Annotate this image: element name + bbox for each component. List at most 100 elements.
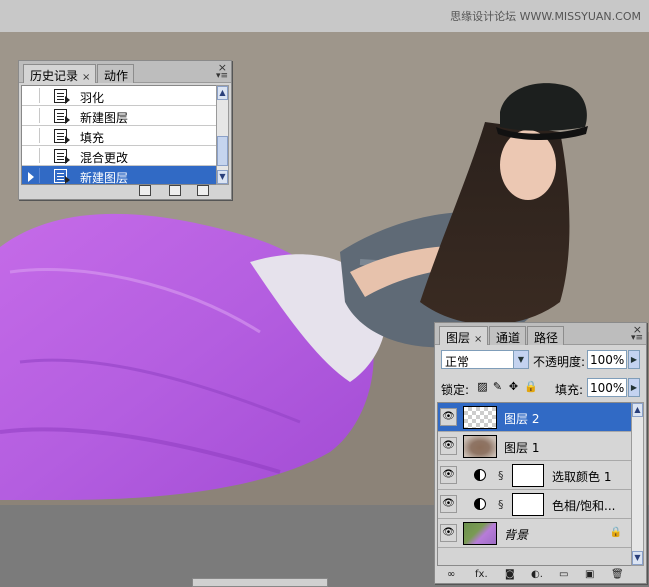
scroll-thumb[interactable] <box>217 136 228 166</box>
blend-mode-value: 正常 <box>445 355 470 369</box>
layer-thumbnail <box>463 435 497 458</box>
history-item[interactable]: 新建图层 <box>22 106 218 126</box>
lock-image-brush-icon[interactable]: ✎ <box>492 381 503 393</box>
layers-tab-row: 图层 × 通道 路径 × ▾≡ <box>435 323 646 345</box>
lock-label: 锁定: <box>441 383 470 397</box>
trash-icon[interactable]: 🗑 <box>611 569 624 580</box>
layers-panel: 图层 × 通道 路径 × ▾≡ 正常 ▼ 不透明度: 100% ▶ 锁定: ▨ ✎… <box>434 322 647 584</box>
add-mask-icon[interactable]: ◙ <box>505 569 515 580</box>
history-item[interactable]: 填充 <box>22 126 218 146</box>
bottom-toolbar-strip[interactable] <box>192 578 328 587</box>
history-state-icon <box>54 169 70 184</box>
scroll-down-icon[interactable]: ▼ <box>632 551 643 565</box>
adjustment-layer-icon <box>474 498 486 510</box>
snapshot-source-box[interactable] <box>26 108 40 123</box>
eye-icon[interactable]: 👁 <box>440 408 457 426</box>
history-scrollbar[interactable]: ▲ ▼ <box>216 85 229 185</box>
history-state-icon <box>54 149 70 164</box>
tab-history-label: 历史记录 <box>30 69 79 83</box>
layer-thumbnail <box>463 406 497 429</box>
blend-mode-select[interactable]: 正常 ▼ <box>441 350 529 369</box>
history-state-icon <box>54 89 70 104</box>
fill-field[interactable]: 100% <box>587 378 627 397</box>
opacity-label: 不透明度: <box>533 355 586 369</box>
history-panel: 历史记录 × 动作 × ▾≡ 羽化 新建图层 填充 混合更改 新建图层 ▲ ▼ <box>18 60 232 200</box>
history-item[interactable]: 混合更改 <box>22 146 218 166</box>
opacity-slider-arrow-icon[interactable]: ▶ <box>628 350 640 369</box>
chevron-down-icon[interactable]: ▼ <box>513 351 528 368</box>
layers-scrollbar[interactable]: ▲ ▼ <box>631 402 644 566</box>
tab-close-icon[interactable]: × <box>82 72 90 83</box>
lock-transparency-icon[interactable]: ▨ <box>477 381 488 393</box>
tab-channels[interactable]: 通道 <box>489 326 527 345</box>
history-tab-row: 历史记录 × 动作 × ▾≡ <box>19 61 231 83</box>
tab-close-icon[interactable]: × <box>474 334 482 345</box>
current-state-marker-icon <box>28 172 34 182</box>
snapshot-source-box[interactable] <box>26 168 40 183</box>
snapshot-source-box[interactable] <box>26 88 40 103</box>
eye-icon[interactable]: 👁 <box>440 524 457 542</box>
adjustment-layer-row[interactable]: 👁 § 色相/饱和... <box>438 490 632 519</box>
fill-label: 填充: <box>555 383 584 397</box>
tab-paths-label: 路径 <box>534 331 559 345</box>
tab-layers[interactable]: 图层 × <box>439 326 489 345</box>
history-item-label: 羽化 <box>80 91 105 105</box>
history-item-label: 混合更改 <box>80 151 129 165</box>
tab-history[interactable]: 历史记录 × <box>23 64 97 83</box>
link-layers-icon[interactable]: ∞ <box>447 569 455 580</box>
link-chain-icon[interactable]: § <box>498 498 504 511</box>
layer-name: 图层 2 <box>504 412 540 426</box>
layers-list: 👁 图层 2 👁 图层 1 👁 § 选取颜色 1 👁 § 色相/饱和... 👁 <box>437 402 633 566</box>
tab-actions[interactable]: 动作 <box>97 64 135 83</box>
layer-row-selected[interactable]: 👁 图层 2 <box>438 403 632 432</box>
layer-style-fx-icon[interactable]: fx. <box>475 569 488 580</box>
background-layer-row[interactable]: 👁 背景 🔒 <box>438 519 632 548</box>
history-item[interactable]: 羽化 <box>22 86 218 106</box>
tab-actions-label: 动作 <box>104 69 129 83</box>
eye-icon[interactable]: 👁 <box>440 495 457 513</box>
new-layer-icon[interactable]: ▣ <box>585 569 594 580</box>
layer-thumbnail <box>463 522 497 545</box>
history-footer <box>19 183 231 199</box>
new-group-folder-icon[interactable]: ▭ <box>559 569 568 580</box>
panel-menu-icon[interactable]: ▾≡ <box>631 333 643 343</box>
adjustment-layer-row[interactable]: 👁 § 选取颜色 1 <box>438 461 632 490</box>
eye-icon[interactable]: 👁 <box>440 437 457 455</box>
history-item-label: 填充 <box>80 131 105 145</box>
layer-name: 色相/饱和... <box>552 499 616 513</box>
layer-name: 背景 <box>504 528 529 542</box>
history-list: 羽化 新建图层 填充 混合更改 新建图层 <box>21 85 219 185</box>
layer-mask-thumbnail[interactable] <box>512 464 544 487</box>
snapshot-source-box[interactable] <box>26 148 40 163</box>
fill-slider-arrow-icon[interactable]: ▶ <box>628 378 640 397</box>
lock-all-icon[interactable]: 🔒 <box>524 381 538 393</box>
watermark-text: 思缘设计论坛 WWW.MISSYUAN.COM <box>450 10 641 23</box>
adjustment-layer-icon <box>474 469 486 481</box>
layers-footer: ∞ fx. ◙ ◐. ▭ ▣ 🗑 <box>435 567 646 583</box>
eye-icon[interactable]: 👁 <box>440 466 457 484</box>
tab-layers-label: 图层 <box>446 331 471 345</box>
history-state-icon <box>54 109 70 124</box>
layer-name: 选取颜色 1 <box>552 470 612 484</box>
history-state-icon <box>54 129 70 144</box>
lock-icon: 🔒 <box>609 527 622 538</box>
scroll-up-icon[interactable]: ▲ <box>632 403 643 417</box>
lock-position-move-icon[interactable]: ✥ <box>508 381 519 393</box>
history-item-label: 新建图层 <box>80 111 129 125</box>
new-snapshot-icon[interactable] <box>169 185 181 196</box>
trash-icon[interactable] <box>197 185 209 196</box>
snapshot-source-box[interactable] <box>26 128 40 143</box>
layer-row[interactable]: 👁 图层 1 <box>438 432 632 461</box>
opacity-field[interactable]: 100% <box>587 350 627 369</box>
link-chain-icon[interactable]: § <box>498 469 504 482</box>
layer-mask-thumbnail[interactable] <box>512 493 544 516</box>
new-document-from-state-icon[interactable] <box>139 185 151 196</box>
new-adjustment-layer-icon[interactable]: ◐. <box>531 569 543 580</box>
top-bar: 思缘设计论坛 WWW.MISSYUAN.COM <box>0 0 649 32</box>
tab-channels-label: 通道 <box>496 331 521 345</box>
scroll-up-icon[interactable]: ▲ <box>217 86 228 100</box>
panel-menu-icon[interactable]: ▾≡ <box>216 71 228 81</box>
layer-name: 图层 1 <box>504 441 540 455</box>
scroll-down-icon[interactable]: ▼ <box>217 170 228 184</box>
tab-paths[interactable]: 路径 <box>527 326 565 345</box>
